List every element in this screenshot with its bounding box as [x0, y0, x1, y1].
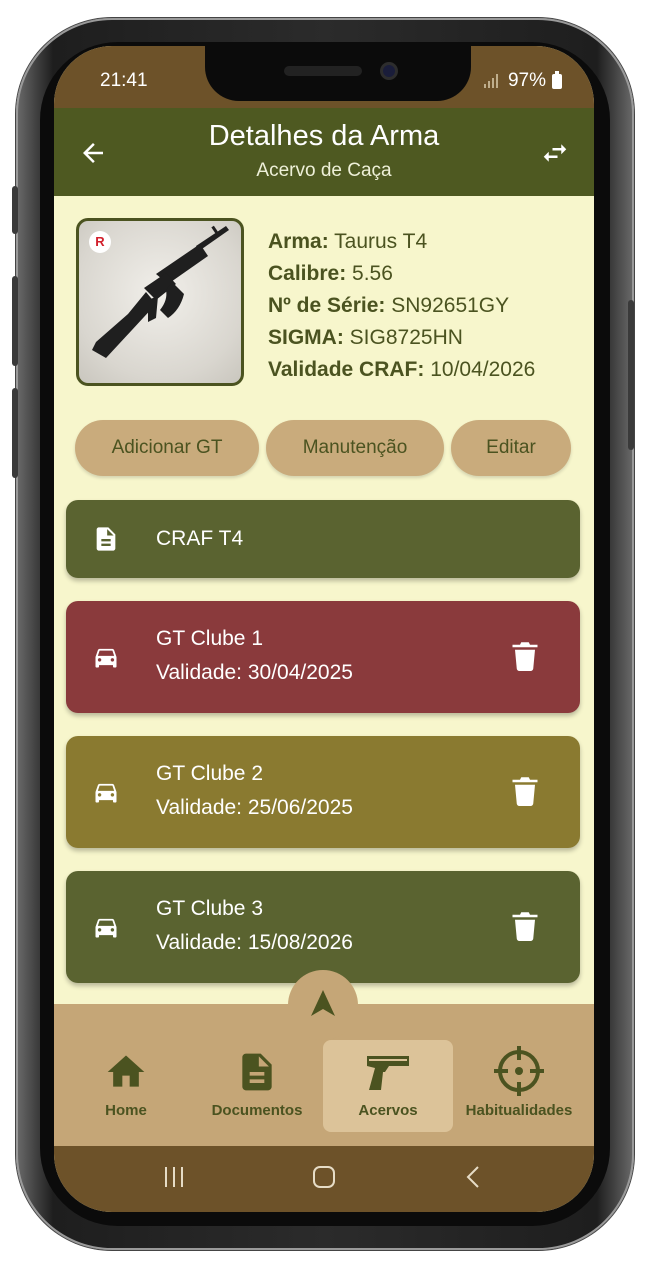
- nav-label: Home: [105, 1102, 147, 1119]
- system-nav-bar: [54, 1146, 594, 1212]
- document-icon: [96, 527, 116, 551]
- gt-card[interactable]: GT Clube 2 Validade: 25/06/2025: [66, 736, 580, 848]
- detail-row-craf-validity: Validade CRAF: 10/04/2026: [268, 358, 536, 381]
- status-time: 21:41: [100, 70, 148, 91]
- gt-card[interactable]: GT Clube 1 Validade: 30/04/2025: [66, 601, 580, 713]
- gt-card[interactable]: GT Clube 3 Validade: 15/08/2026: [66, 871, 580, 983]
- front-camera: [380, 62, 398, 80]
- nav-item-habitualidades[interactable]: Habitualidades: [454, 1040, 584, 1132]
- detail-row-caliber: Calibre: 5.56: [268, 262, 393, 285]
- screen: 21:41 97% Detalhes da Arma Acervo de Caç…: [54, 46, 594, 1212]
- craf-card[interactable]: CRAF T4: [66, 500, 580, 578]
- nav-item-home[interactable]: Home: [61, 1040, 191, 1132]
- detail-row-sigma: SIGMA: SIG8725HN: [268, 326, 463, 349]
- page-title: Detalhes da Arma: [208, 120, 440, 152]
- car-icon: [95, 648, 117, 668]
- car-icon: [95, 918, 117, 938]
- car-icon: [95, 783, 117, 803]
- weapon-details: Arma: Taurus T4 Calibre: 5.56 Nº de Séri…: [268, 226, 535, 386]
- maintenance-button[interactable]: Manutenção: [266, 420, 444, 476]
- battery-percent: 97%: [507, 70, 546, 91]
- card-validity: Validade: 30/04/2025: [156, 661, 353, 684]
- detail-row-weapon: Arma: Taurus T4: [268, 230, 428, 253]
- nav-item-documentos[interactable]: Documentos: [192, 1040, 322, 1132]
- pistol-icon: [367, 1056, 409, 1090]
- weapon-photo[interactable]: R: [76, 218, 244, 386]
- card-validity: Validade: 15/08/2026: [156, 931, 353, 954]
- crosshair-icon: [494, 1046, 544, 1096]
- signal-icon: [483, 74, 498, 88]
- home-button-icon[interactable]: [312, 1164, 336, 1190]
- navigation-arrow-icon: [311, 990, 335, 1016]
- edit-button[interactable]: Editar: [451, 420, 571, 476]
- nav-label: Documentos: [211, 1102, 303, 1119]
- card-validity: Validade: 25/06/2025: [156, 796, 353, 819]
- nav-label: Habitualidades: [465, 1102, 573, 1119]
- status-icons: 97%: [483, 70, 562, 92]
- battery-icon: [552, 70, 562, 89]
- power-button: [628, 300, 634, 450]
- card-title: CRAF T4: [156, 527, 244, 550]
- rifle-icon: [92, 225, 229, 358]
- scroll-up-button[interactable]: [288, 970, 358, 1040]
- nav-label: Acervos: [358, 1102, 418, 1119]
- swap-icon[interactable]: [540, 138, 570, 168]
- card-title: GT Clube 3: [156, 897, 263, 920]
- nav-item-acervos[interactable]: Acervos: [323, 1040, 453, 1132]
- trash-icon[interactable]: [512, 641, 538, 671]
- trash-icon[interactable]: [512, 911, 538, 941]
- page-subtitle: Acervo de Caça: [256, 160, 392, 181]
- speaker: [284, 66, 362, 76]
- trash-icon[interactable]: [512, 776, 538, 806]
- document-icon: [242, 1053, 272, 1091]
- card-title: GT Clube 2: [156, 762, 263, 785]
- volume-down-button: [12, 276, 18, 366]
- back-button-icon[interactable]: [462, 1164, 486, 1190]
- detail-row-serial: Nº de Série: SN92651GY: [268, 294, 510, 317]
- side-key: [12, 388, 18, 478]
- app-bar: Detalhes da Arma Acervo de Caça: [54, 108, 594, 196]
- home-icon: [107, 1055, 145, 1087]
- card-title: GT Clube 1: [156, 627, 263, 650]
- add-gt-button[interactable]: Adicionar GT: [75, 420, 259, 476]
- volume-button: [12, 186, 18, 234]
- recent-apps-icon[interactable]: [162, 1164, 186, 1190]
